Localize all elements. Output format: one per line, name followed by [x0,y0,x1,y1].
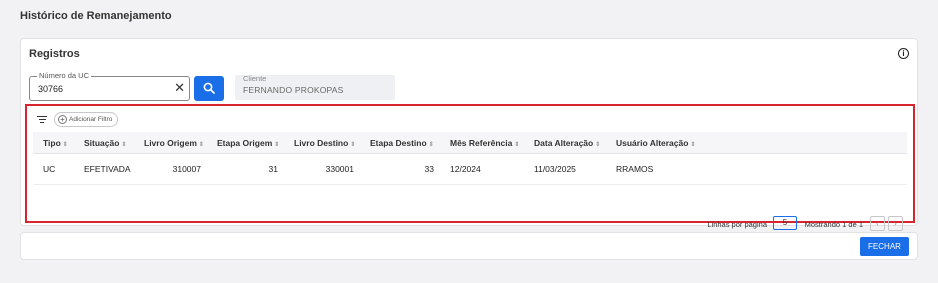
clear-icon[interactable]: ✕ [174,81,185,95]
add-filter-button[interactable]: + Adicionar Filtro [54,112,118,127]
close-button[interactable]: FECHAR [860,237,909,256]
page-title: Histórico de Remanejamento [20,10,172,22]
sort-icon: ⇕ [595,142,601,148]
col-header-data-alteracao[interactable]: Data Alteração ⇕ [534,138,600,148]
uc-number-input[interactable]: 30766 [38,84,63,94]
rows-per-page-input[interactable]: 5 [773,216,797,230]
sort-icon: ⇕ [514,142,520,148]
prev-page-button[interactable]: ‹ [870,216,885,231]
col-header-mes-referencia[interactable]: Mês Referência ⇕ [450,138,519,148]
cell-usuario-alteracao: RRAMOS [616,164,654,174]
sort-icon: ⇕ [690,142,696,148]
cliente-field: Cliente FERNANDO PROKOPAS [235,74,395,100]
footer-bar: FECHAR [20,232,918,260]
col-header-usuario-alteracao[interactable]: Usuário Alteração ⇕ [616,138,695,148]
cell-mes-referencia: 12/2024 [450,164,481,174]
add-filter-label: Adicionar Filtro [69,116,113,123]
info-circle-icon[interactable]: i [898,48,909,59]
sort-icon: ⇕ [121,142,127,148]
records-table-panel: + Adicionar Filtro Tipo ⇕ Situação ⇕ Livro… [25,104,915,231]
cell-tipo: UC [43,164,56,174]
next-page-button[interactable]: › [888,216,903,231]
col-header-etapa-origem[interactable]: Etapa Origem ⇕ [217,138,279,148]
registros-card: Registros i Número da UC 30766 ✕ Cliente… [20,38,918,231]
sort-icon: ⇕ [198,142,204,148]
rows-per-page-label: Linhas por página [707,220,767,229]
cell-situacao: EFETIVADA [84,164,131,174]
cell-livro-destino: 330001 [325,164,354,174]
cliente-value: FERNANDO PROKOPAS [243,85,344,95]
plus-circle-icon: + [58,115,67,124]
filter-lines-icon[interactable] [37,116,47,124]
col-header-situacao[interactable]: Situação ⇕ [84,138,126,148]
uc-number-field[interactable]: Número da UC 30766 ✕ [29,71,190,101]
table-row[interactable]: UC EFETIVADA 310007 31 330001 33 12/2024… [33,154,907,185]
search-icon [203,82,215,94]
table-header: Tipo ⇕ Situação ⇕ Livro Origem ⇕ Etapa Orig… [33,132,907,154]
cliente-label: Cliente [243,74,267,83]
cell-etapa-destino: 33 [424,164,434,174]
sort-icon: ⇕ [274,142,280,148]
cell-livro-origem: 310007 [172,164,201,174]
records-table: Tipo ⇕ Situação ⇕ Livro Origem ⇕ Etapa Orig… [33,132,907,231]
card-title: Registros [29,48,80,60]
cell-etapa-origem: 31 [268,164,278,174]
search-button[interactable] [194,76,224,101]
col-header-etapa-destino[interactable]: Etapa Destino ⇕ [370,138,434,148]
col-header-livro-destino[interactable]: Livro Destino ⇕ [294,138,355,148]
col-header-livro-origem[interactable]: Livro Origem ⇕ [144,138,204,148]
pagination-range: Mostrando 1 de 1 [804,220,863,229]
cell-data-alteracao: 11/03/2025 [534,164,576,174]
sort-icon: ⇕ [428,142,434,148]
uc-number-label: Número da UC [37,71,92,80]
sort-icon: ⇕ [350,142,356,148]
sort-icon: ⇕ [62,142,68,148]
col-header-tipo[interactable]: Tipo ⇕ [43,138,68,148]
